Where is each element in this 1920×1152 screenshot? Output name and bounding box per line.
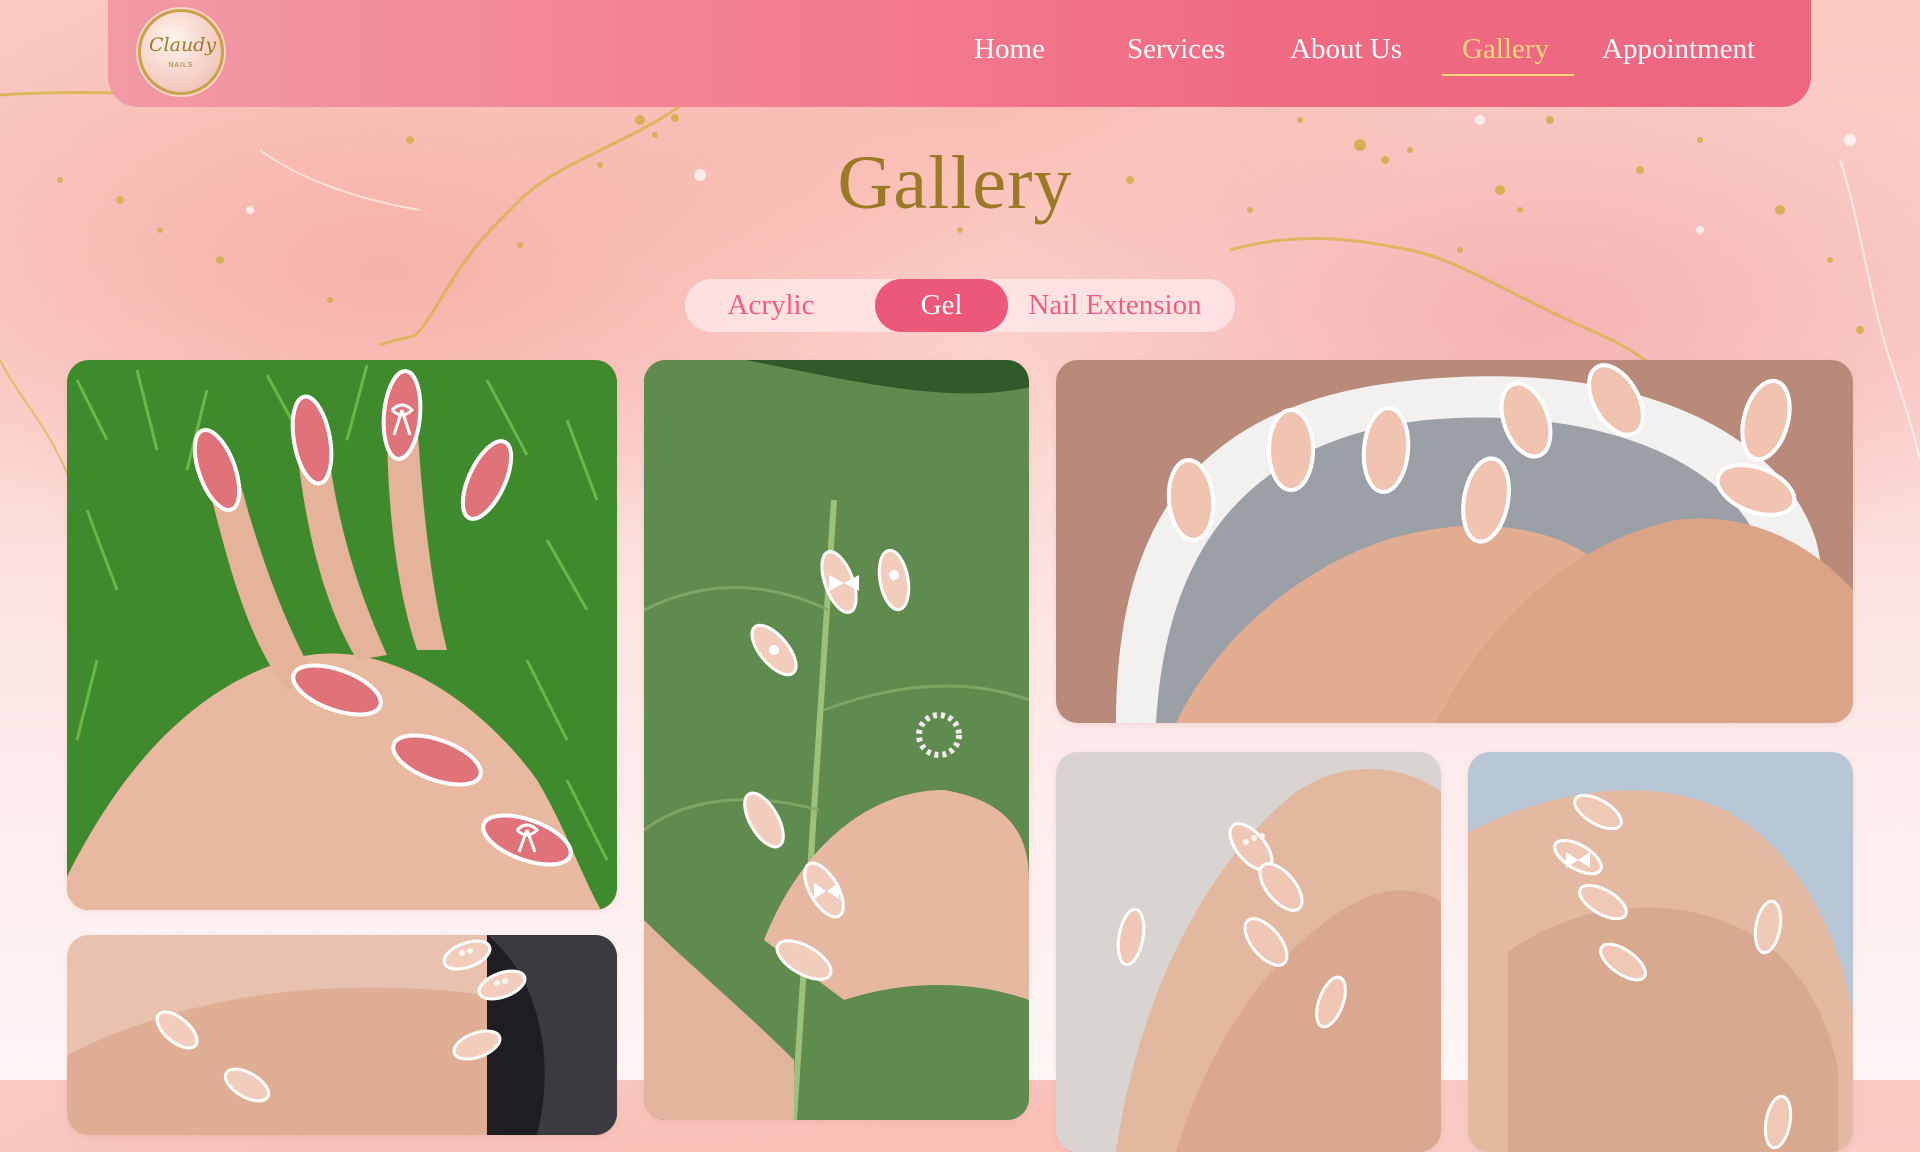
nav-appointment[interactable]: Appointment [1602, 27, 1755, 71]
pearl-nails-lamp-image [67, 935, 617, 1135]
category-tabs: Acrylic Gel Nail Extension [685, 279, 1235, 332]
brand-logo[interactable]: Claudy NAILS [138, 9, 224, 95]
gallery-photo[interactable] [1056, 360, 1853, 723]
logo-subtext: NAILS [168, 62, 194, 69]
gallery-photo[interactable] [67, 360, 617, 910]
gallery-photo[interactable] [1056, 752, 1441, 1152]
nails-on-grass-image [67, 360, 617, 910]
nav-active-underline [1442, 74, 1574, 76]
logo-text: Claudy [149, 34, 217, 56]
french-tip-nails-image [1056, 360, 1853, 723]
gallery-photo[interactable] [67, 935, 617, 1135]
gallery-photo[interactable] [1468, 752, 1853, 1152]
top-navbar: Claudy NAILS Home Services About Us Gall… [108, 0, 1811, 107]
gallery-photo[interactable] [644, 360, 1029, 1120]
bow-french-nails-image [1468, 752, 1853, 1152]
tab-gel[interactable]: Gel [875, 279, 1008, 332]
nav-home[interactable]: Home [974, 27, 1045, 71]
nav-gallery[interactable]: Gallery [1462, 27, 1549, 71]
nav-about-us[interactable]: About Us [1290, 27, 1402, 71]
tab-acrylic[interactable]: Acrylic [685, 279, 857, 332]
tab-nail-extension[interactable]: Nail Extension [1015, 279, 1215, 332]
nav-services[interactable]: Services [1127, 27, 1225, 71]
nails-on-leaf-image [644, 360, 1029, 1120]
page-title: Gallery [837, 141, 1073, 225]
pearl-french-nails-image [1056, 752, 1441, 1152]
